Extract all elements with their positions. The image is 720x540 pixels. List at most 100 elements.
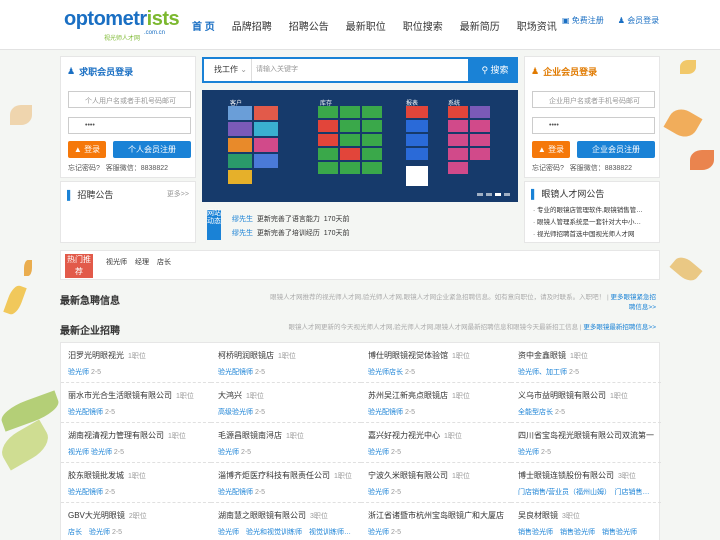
company-name[interactable]: 湖南慧之眼眼镜有限公司 3职位 [218,510,328,521]
company-name[interactable]: 淄博齐炬医疗科技有限责任公司 1职位 [218,470,352,481]
site-logo[interactable]: optometrists 视光师人才网 .com.cn [60,6,180,42]
company-card[interactable]: 浙江省诸暨市杭州宝岛眼镜广和大厦店 验光师 2-5 [361,503,511,540]
employer-password-input[interactable]: •••• [532,117,655,134]
nav-latest-resumes[interactable]: 最新简历 [460,18,500,33]
job-titles[interactable]: 验光师 2-5 [368,447,401,457]
nav-brand-jobs[interactable]: 品牌招聘 [232,18,272,33]
job-titles[interactable]: 验光配镜师 2-5 [68,407,115,417]
company-card[interactable]: 湖南视清视力管理有限公司 1职位 视光师 验光师 2-5 [61,423,211,463]
job-titles[interactable]: 验光师 2-5 [218,447,251,457]
employer-username-input[interactable]: 企业用户名或者手机号码邮可 [532,91,655,108]
company-card[interactable]: 丽水市光合生活眼镜有限公司 1职位 验光配镜师 2-5 [61,383,211,423]
personal-register-button[interactable]: 个人会员注册 [113,141,191,158]
job-titles[interactable]: 店长 验光师 2-5 [68,527,122,537]
job-titles[interactable]: 验光配镜师 2-5 [368,407,415,417]
more-link[interactable]: 更多>> [167,189,189,199]
notice-item[interactable]: · 眼镜人管理系统是一套针对大中小… [533,216,641,226]
nav-job-search[interactable]: 职位搜索 [403,18,443,33]
job-titles[interactable]: 验光师 2-5 [368,487,401,497]
hot-keyword[interactable]: 店长 [157,257,171,267]
company-card[interactable]: 义乌市益明眼镜有限公司 1职位 全能型店长 2-5 [511,383,661,423]
urgent-more-link[interactable]: 更多眼镜紧急招聘信息>> [611,294,657,311]
company-card[interactable]: 博仕明眼镜视觉体验馆 1职位 验光师店长 2-5 [361,343,511,383]
nav-home[interactable]: 首 页 [192,18,215,33]
job-titles[interactable]: 验光师 2-5 [518,447,551,457]
company-name[interactable]: 浙江省诸暨市杭州宝岛眼镜广和大厦店 [368,510,504,521]
job-titles[interactable]: 验光配镜师 2-5 [68,487,115,497]
company-card[interactable]: 苏州吴江新亮点眼镜店 1职位 验光配镜师 2-5 [361,383,511,423]
company-name[interactable]: 丽水市光合生活眼镜有限公司 1职位 [68,390,194,401]
company-card[interactable]: 四川省宝岛视光眼镜有限公司双流第一 验光师 2-5 [511,423,661,463]
password-input[interactable]: •••• [68,117,191,134]
company-name[interactable]: 汨罗光明眼视光 1职位 [68,350,146,361]
company-name[interactable]: 胶东眼镜批发城 1职位 [68,470,146,481]
login-link[interactable]: ♟ 会员登录 [618,15,659,26]
company-name[interactable]: 湖南视清视力管理有限公司 1职位 [68,430,186,441]
register-link[interactable]: ▣ 免费注册 [562,15,604,26]
latest-more-link[interactable]: 更多眼镜最新招聘信息>> [583,324,656,331]
company-name[interactable]: 吴良材眼镜 3职位 [518,510,580,521]
search-button[interactable]: ⚲ 搜索 [471,58,519,82]
forgot-password-link[interactable]: 忘记密码? [68,165,100,172]
job-titles[interactable]: 门店销售/营业员（福州山姆） 门店销售… [518,487,649,497]
job-titles[interactable]: 验光配镜师 2-5 [218,367,265,377]
hot-keyword[interactable]: 经理 [135,257,149,267]
username-input[interactable]: 个人用户名或者手机号码邮可 [68,91,191,108]
company-name[interactable]: 博士眼镜连锁股份有限公司 3职位 [518,470,636,481]
banner-tile [340,106,360,118]
notice-item[interactable]: · 专业的眼镜店管理软件,眼镜销售管… [533,204,643,214]
login-button[interactable]: ▲ 登录 [68,141,106,158]
banner-tile [340,120,360,132]
job-titles[interactable]: 全能型店长 2-5 [518,407,565,417]
company-name[interactable]: 毛源昌眼镜南浔店 1职位 [218,430,304,441]
nav-latest-jobs[interactable]: 最新职位 [346,18,386,33]
nav-career-news[interactable]: 职场资讯 [517,18,557,33]
job-titles[interactable]: 验光师 2-5 [68,367,101,377]
job-titles[interactable]: 验光师 2-5 [368,527,401,537]
company-name[interactable]: 资中金鑫眼镜 1职位 [518,350,588,361]
job-titles[interactable]: 视光师 验光师 2-5 [68,447,124,457]
company-card[interactable]: 淄博齐炬医疗科技有限责任公司 1职位 验光配镜师 2-5 [211,463,361,503]
job-titles[interactable]: 验光师 验光和视觉训练师 视觉训练师… [218,527,351,537]
job-titles[interactable]: 高级验光师 2-5 [218,407,265,417]
company-name[interactable]: 博仕明眼镜视觉体验馆 1职位 [368,350,470,361]
hot-keyword[interactable]: 视光师 [106,257,127,267]
company-card[interactable]: 柯桥明润眼镜店 1职位 验光配镜师 2-5 [211,343,361,383]
company-card[interactable]: 博士眼镜连锁股份有限公司 3职位门店销售/营业员（福州山姆） 门店销售… [511,463,661,503]
company-name[interactable]: 宁波久米眼镜有限公司 1职位 [368,470,470,481]
company-card[interactable]: 胶东眼镜批发城 1职位 验光配镜师 2-5 [61,463,211,503]
company-card[interactable]: GBV大光明眼镜 2职位 店长 验光师 2-5 [61,503,211,540]
employer-register-button[interactable]: 企业会员注册 [577,141,655,158]
carousel-dots[interactable] [477,193,510,196]
company-name[interactable]: GBV大光明眼镜 2职位 [68,510,147,521]
company-name[interactable]: 大鸿兴 1职位 [218,390,264,401]
company-card[interactable]: 嘉兴好视力视光中心 1职位 验光师 2-5 [361,423,511,463]
company-card[interactable]: 湖南慧之眼眼镜有限公司 3职位验光师 验光和视觉训练师 视觉训练师… [211,503,361,540]
nav-job-notices[interactable]: 招聘公告 [289,18,329,33]
notice-item[interactable]: · 视光师招聘首选中国视光师人才网 [533,228,634,238]
company-name[interactable]: 义乌市益明眼镜有限公司 1职位 [518,390,628,401]
job-notice-panel: ▌ 招聘公告 更多>> [60,181,196,243]
job-titles[interactable]: 验光师店长 2-5 [368,367,415,377]
company-card[interactable]: 毛源昌眼镜南浔店 1职位 验光师 2-5 [211,423,361,463]
search-category-select[interactable]: 找工作 ⌄ [204,59,252,81]
company-name[interactable]: 四川省宝岛视光眼镜有限公司双流第一 [518,430,654,441]
company-card[interactable]: 吴良材眼镜 3职位销售验光师 销售验光师 销售验光师 [511,503,661,540]
forgot-password-link[interactable]: 忘记密码? [532,165,564,172]
company-name[interactable]: 嘉兴好视力视光中心 1职位 [368,430,462,441]
employer-login-button[interactable]: ▲ 登录 [532,141,570,158]
news-item[interactable]: 缪先生 更新完善了培训经历 170天前 [232,228,349,238]
job-titles[interactable]: 验光师、加工师 2-5 [518,367,579,377]
company-name[interactable]: 柯桥明润眼镜店 1职位 [218,350,296,361]
company-name[interactable]: 苏州吴江新亮点眼镜店 1职位 [368,390,470,401]
company-card[interactable]: 大鸿兴 1职位 高级验光师 2-5 [211,383,361,423]
company-card[interactable]: 资中金鑫眼镜 1职位 验光师、加工师 2-5 [511,343,661,383]
job-count: 1职位 [610,393,628,400]
job-titles[interactable]: 销售验光师 销售验光师 销售验光师 [518,527,637,537]
search-input[interactable]: 请输入关键字 [252,59,468,81]
company-card[interactable]: 汨罗光明眼视光 1职位 验光师 2-5 [61,343,211,383]
company-card[interactable]: 宁波久米眼镜有限公司 1职位 验光师 2-5 [361,463,511,503]
news-item[interactable]: 缪先生 更新完善了语言能力 170天前 [232,214,349,224]
job-titles[interactable]: 验光配镜师 2-5 [218,487,265,497]
promo-banner[interactable]: 客户 库存 报表 系统 [202,90,518,202]
